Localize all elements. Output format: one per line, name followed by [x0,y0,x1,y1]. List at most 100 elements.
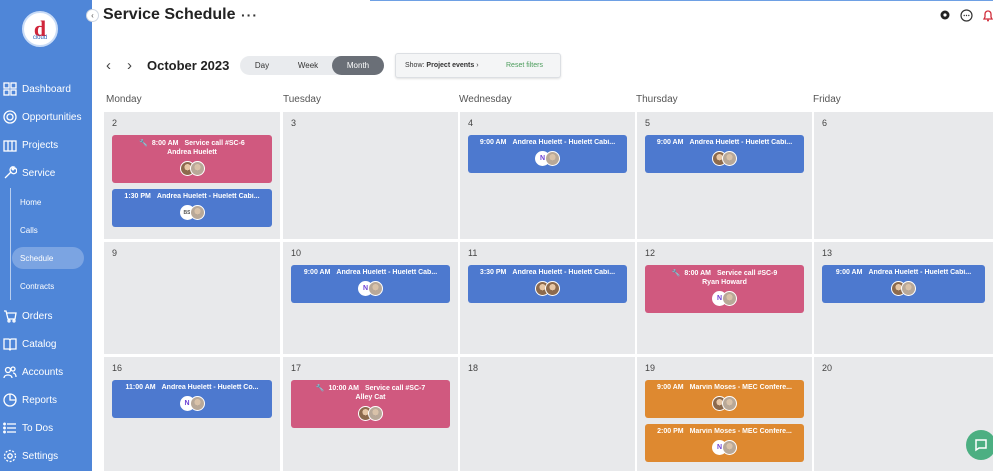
calendar-day-cell[interactable]: 20 [814,357,993,471]
sidebar-item-reports[interactable]: Reports [0,387,92,413]
assignee-avatars: N [468,151,627,166]
sidebar-item-label: Orders [22,310,53,322]
bell-icon[interactable] [981,8,993,22]
calendar-day-cell[interactable]: 17 🔧 10:00 AM Service call #SC-7 Alley Cat [283,357,458,471]
top-accent-line [370,0,993,1]
sidebar-subitem-label: Home [20,197,42,207]
calendar-day-cell[interactable]: 11 3:30 PM Andrea Huelett - Huelett Cabi..… [460,242,635,354]
calendar-day-cell[interactable]: 9 [104,242,280,354]
view-week-button[interactable]: Week [286,56,330,75]
sidebar-subitem-home[interactable]: Home [12,191,84,213]
event-title: Marvin Moses - MEC Confere... [689,384,792,391]
calendar-event[interactable]: 9:00 AM Andrea Huelett - Huelett Cabi... [645,135,804,173]
sidebar-item-accounts[interactable]: Accounts [0,359,92,385]
calendar-day-cell[interactable]: 6 [814,112,993,239]
chat-bubble-icon[interactable] [959,8,973,22]
sidebar-item-dashboard[interactable]: Dashboard [0,76,92,102]
calendar-day-cell[interactable]: 10 9:00 AM Andrea Huelett - Huelett Cab...… [283,242,458,354]
service-call-event[interactable]: 🔧 8:00 AM Service call #SC-6 Andrea Huelett [112,135,272,183]
sidebar-item-catalog[interactable]: Catalog [0,331,92,357]
assignee-avatars [468,281,627,296]
calendar-day-cell[interactable]: 13 9:00 AM Andrea Huelett - Huelett Cabi..… [814,242,993,354]
sidebar-collapse-button[interactable]: ‹ [86,9,99,22]
avatar[interactable] [189,161,205,176]
day-number: 18 [468,363,479,373]
sidebar-subitem-schedule[interactable]: Schedule [12,247,84,269]
calendar-event[interactable]: 1:30 PM Andrea Huelett - Huelett Cabi... B… [112,189,272,227]
calendar-event[interactable]: 9:00 AM Andrea Huelett - Huelett Cab... N [291,265,450,303]
assignee-avatars [112,161,272,176]
assignee-avatars: N [112,396,272,411]
chat-launcher-button[interactable] [966,430,993,460]
avatar[interactable] [901,281,916,296]
view-day-button[interactable]: Day [240,56,284,75]
calendar-day-cell[interactable]: 16 11:00 AM Andrea Huelett - Huelett Co...… [104,357,280,471]
sidebar-subitem-label: Schedule [20,253,54,263]
avatar[interactable] [189,396,205,411]
day-number: 2 [112,118,118,128]
day-number: 6 [822,118,828,128]
sidebar-item-orders[interactable]: Orders [0,303,92,329]
sidebar-item-opportunities[interactable]: Opportunities [0,104,92,130]
sidebar-subitem-calls[interactable]: Calls [12,219,84,241]
calendar-event[interactable]: 3:30 PM Andrea Huelett - Huelett Cabi... [468,265,627,303]
filter-show-dropdown[interactable]: Show: Project events › [405,62,479,69]
event-time: 9:00 AM [656,139,684,146]
avatar[interactable] [189,205,205,220]
next-month-button[interactable]: › [127,57,132,74]
event-time: 1:30 PM [124,193,151,200]
calendar-event[interactable]: 2:00 PM Marvin Moses - MEC Confere... N [645,424,804,462]
filter-show-value: Project events [426,62,475,69]
event-time: 9:00 AM [303,269,331,276]
sidebar-item-label: Catalog [22,338,57,350]
calendar-day-cell[interactable]: 19 9:00 AM Marvin Moses - MEC Confere... 2:… [637,357,812,471]
event-title: Andrea Huelett - Huelett Cabi... [156,193,260,200]
service-call-event[interactable]: 🔧 8:00 AM Service call #SC-9 Ryan Howard N [645,265,804,313]
calendar-event[interactable]: 11:00 AM Andrea Huelett - Huelett Co... N [112,380,272,418]
calendar-day-cell[interactable]: 4 9:00 AM Andrea Huelett - Huelett Cabi...… [460,112,635,239]
sidebar-subitem-label: Contracts [20,281,55,291]
calendar-event[interactable]: 9:00 AM Marvin Moses - MEC Confere... [645,380,804,418]
event-title: Andrea Huelett - Huelett Co... [161,384,259,391]
calendar-day-cell[interactable]: 5 9:00 AM Andrea Huelett - Huelett Cabi... [637,112,812,239]
service-call-event[interactable]: 🔧 10:00 AM Service call #SC-7 Alley Cat [291,380,450,428]
assignee-avatars: BS [112,205,272,220]
sidebar-item-settings[interactable]: Settings [0,443,92,469]
avatar[interactable] [722,396,737,411]
day-number: 9 [112,248,118,258]
calendar-day-cell[interactable]: 12 🔧 8:00 AM Service call #SC-9 Ryan Howard N [637,242,812,354]
event-subtitle: Alley Cat [355,394,386,401]
people-icon [3,365,17,379]
event-title: Andrea Huelett - Huelett Cabi... [689,139,793,146]
more-options-button[interactable]: ··· [241,7,258,23]
sidebar-item-service[interactable]: Service [0,160,92,186]
app-logo[interactable]: d cloud [22,11,58,47]
event-title: Andrea Huelett - Huelett Cabi... [868,269,972,276]
assignee-avatars: N [645,440,804,455]
prev-month-button[interactable]: ‹ [106,57,111,74]
calendar-event[interactable]: 9:00 AM Andrea Huelett - Huelett Cabi... [822,265,985,303]
avatar[interactable] [722,151,737,166]
filter-bar: Show: Project events › Reset filters [395,53,561,78]
reset-filters-link[interactable]: Reset filters [506,62,543,69]
weekday-header-tuesday: Tuesday [283,94,321,105]
sidebar-item-todos[interactable]: To Dos [0,415,92,441]
avatar[interactable] [722,440,737,455]
avatar[interactable] [368,281,383,296]
settings-gear-icon[interactable] [938,8,952,22]
event-time: 8:00 AM [684,270,711,277]
avatar[interactable] [722,291,737,306]
sidebar-subitem-contracts[interactable]: Contracts [12,275,84,297]
calendar-day-cell[interactable]: 3 [283,112,458,239]
calendar-day-cell[interactable]: 18 [460,357,635,471]
calendar-event[interactable]: 9:00 AM Andrea Huelett - Huelett Cabi... N [468,135,627,173]
sidebar-item-projects[interactable]: Projects [0,132,92,158]
sidebar-item-label: Service [22,167,56,179]
avatar[interactable] [368,406,383,421]
view-month-button[interactable]: Month [332,56,384,75]
avatar[interactable] [545,281,560,296]
avatar[interactable] [545,151,560,166]
assignee-avatars [291,406,450,421]
event-subtitle: Ryan Howard [702,279,747,286]
calendar-day-cell[interactable]: 2 🔧 8:00 AM Service call #SC-6 Andrea Huelet… [104,112,280,239]
